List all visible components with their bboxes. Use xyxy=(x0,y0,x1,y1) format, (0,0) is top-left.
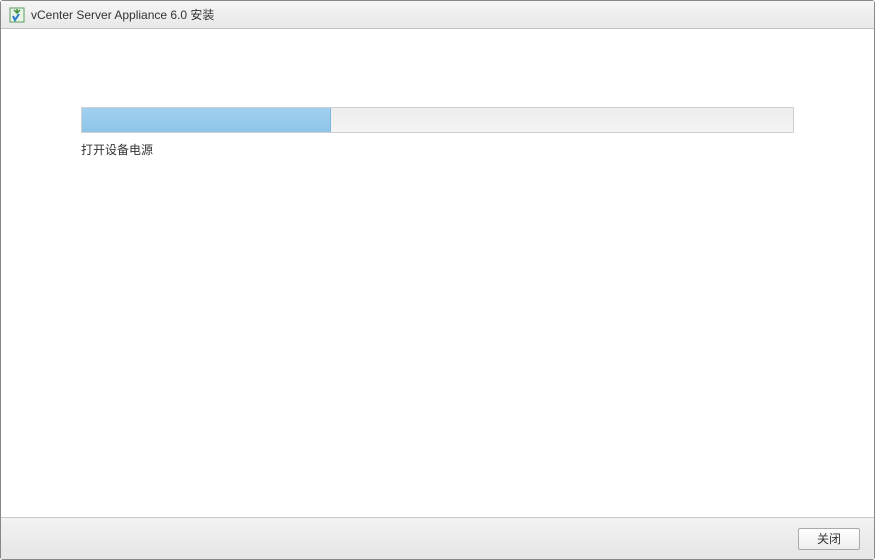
installer-window: vCenter Server Appliance 6.0 安装 打开设备电源 关… xyxy=(0,0,875,560)
titlebar: vCenter Server Appliance 6.0 安装 xyxy=(1,1,874,29)
app-icon xyxy=(9,7,25,23)
progress-fill xyxy=(82,108,331,132)
content-area: 打开设备电源 xyxy=(1,29,874,517)
footer: 关闭 xyxy=(1,517,874,559)
progress-bar xyxy=(81,107,794,133)
progress-container: 打开设备电源 xyxy=(81,107,794,158)
close-button[interactable]: 关闭 xyxy=(798,528,860,550)
progress-status-label: 打开设备电源 xyxy=(81,141,794,158)
window-title: vCenter Server Appliance 6.0 安装 xyxy=(31,6,214,23)
